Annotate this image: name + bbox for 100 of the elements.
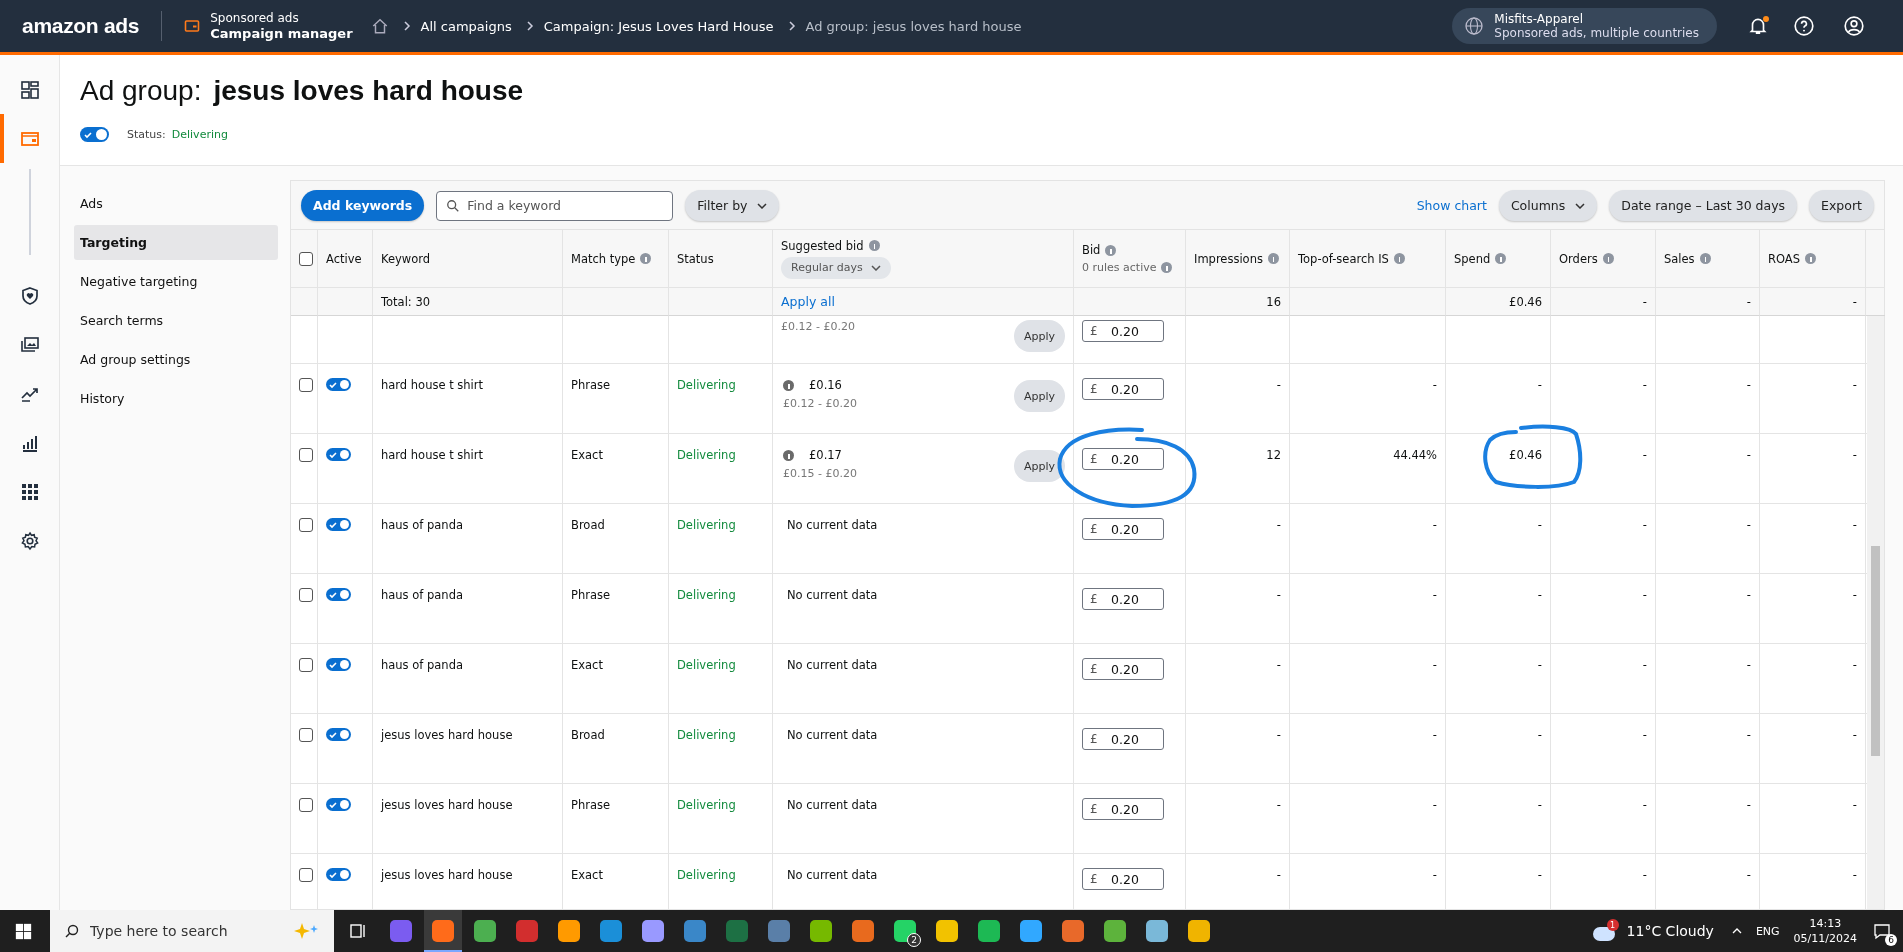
column-header[interactable]: Suggested bid <box>781 238 864 253</box>
active-toggle[interactable] <box>326 728 351 741</box>
subnav-item[interactable]: History <box>74 381 278 416</box>
info-icon[interactable] <box>1699 253 1711 264</box>
chevron-up-icon[interactable] <box>1731 928 1742 934</box>
table-cell: - <box>1746 378 1751 392</box>
product-name[interactable]: Campaign manager <box>210 26 353 41</box>
column-header[interactable]: Orders <box>1559 251 1598 266</box>
table-cell: - <box>1537 868 1542 882</box>
weather-text[interactable]: 11°C Cloudy <box>1626 923 1714 939</box>
active-toggle[interactable] <box>326 868 351 881</box>
subnav-item[interactable]: Ads <box>74 186 278 221</box>
info-icon[interactable] <box>1161 262 1173 273</box>
info-icon[interactable] <box>1495 253 1507 264</box>
logo[interactable]: amazon ads <box>22 14 140 38</box>
currency-symbol: £ <box>1090 731 1098 747</box>
row-checkbox[interactable] <box>299 658 313 672</box>
user-icon[interactable] <box>1843 15 1865 37</box>
no-data-text: No current data <box>786 868 878 882</box>
row-checkbox[interactable] <box>299 868 313 882</box>
info-icon[interactable] <box>783 379 794 391</box>
bell-icon[interactable] <box>1747 15 1769 37</box>
row-checkbox[interactable] <box>299 798 313 812</box>
taskbar-app-icon[interactable] <box>424 910 462 952</box>
info-icon[interactable] <box>1105 244 1117 256</box>
task-view-icon[interactable] <box>348 921 368 941</box>
row-checkbox[interactable] <box>299 518 313 532</box>
status-text: Delivering <box>677 798 736 812</box>
date-range-button[interactable]: Date range – Last 30 days <box>1609 190 1798 221</box>
info-icon[interactable] <box>868 240 880 251</box>
taskbar-app-icon[interactable]: 2 <box>886 910 924 952</box>
taskbar-search-field[interactable]: Type here to search <box>50 910 334 952</box>
subnav-item[interactable]: Targeting <box>74 225 278 260</box>
apply-button[interactable]: Apply <box>1013 320 1065 352</box>
no-data-text: No current data <box>786 798 878 812</box>
windows-start-icon[interactable] <box>15 922 32 940</box>
subnav-item[interactable]: Ad group settings <box>74 342 278 377</box>
table-cell: - <box>1746 868 1751 882</box>
cloud-icon[interactable] <box>1592 927 1615 941</box>
regular-days-dropdown[interactable]: Regular days <box>781 256 891 279</box>
column-header[interactable]: Top-of-search IS <box>1298 251 1389 266</box>
help-icon[interactable] <box>1793 15 1815 37</box>
apply-all-link[interactable]: Apply all <box>781 294 835 309</box>
info-icon[interactable] <box>1805 253 1816 264</box>
info-icon[interactable] <box>783 449 794 461</box>
columns-button[interactable]: Columns <box>1498 190 1598 221</box>
active-toggle[interactable] <box>326 588 351 601</box>
breadcrumb-link[interactable]: Ad group: jesus loves hard house <box>805 18 1022 34</box>
column-header[interactable]: Bid <box>1082 243 1101 257</box>
breadcrumb-link[interactable]: All campaigns <box>420 18 512 34</box>
column-header[interactable]: Sales <box>1664 251 1695 266</box>
table-cell: - <box>1746 658 1751 672</box>
column-header[interactable]: Active <box>326 251 362 266</box>
keyword-search-field[interactable]: Find a keyword <box>436 190 674 221</box>
row-checkbox[interactable] <box>299 378 313 392</box>
column-header[interactable]: Spend <box>1454 251 1491 266</box>
apply-button[interactable]: Apply <box>1013 450 1065 482</box>
info-icon[interactable] <box>640 253 652 264</box>
show-chart-link[interactable]: Show chart <box>1416 198 1487 213</box>
table-cell: 16 <box>1266 294 1281 309</box>
export-button[interactable]: Export <box>1809 190 1874 221</box>
subnav-item[interactable]: Negative targeting <box>74 264 278 299</box>
table-cell: - <box>1852 798 1857 812</box>
info-icon[interactable] <box>1267 253 1279 264</box>
select-all-checkbox[interactable] <box>299 251 313 266</box>
active-toggle[interactable] <box>326 378 351 391</box>
clock-time[interactable]: 14:13 <box>1809 916 1842 931</box>
row-checkbox[interactable] <box>299 728 313 742</box>
home-icon[interactable] <box>370 17 389 35</box>
language-indicator[interactable]: ENG <box>1755 924 1780 938</box>
clock-date[interactable]: 05/11/2024 <box>1793 931 1857 946</box>
currency-symbol: £ <box>1090 591 1098 607</box>
status-toggle[interactable] <box>80 127 109 142</box>
active-toggle[interactable] <box>326 798 351 811</box>
account-selector[interactable]: Misfits-Apparel Sponsored ads, multiple countries <box>1452 8 1717 44</box>
column-header[interactable]: Match type <box>571 251 636 266</box>
subnav-item[interactable]: Search terms <box>74 303 278 338</box>
scrollbar[interactable] <box>1867 316 1884 909</box>
check-icon <box>328 589 338 600</box>
column-header[interactable]: ROAS <box>1768 251 1800 266</box>
row-checkbox[interactable] <box>299 588 313 602</box>
active-toggle[interactable] <box>326 518 351 531</box>
active-toggle[interactable] <box>326 448 351 461</box>
breadcrumb-link[interactable]: Campaign: Jesus Loves Hard House <box>543 18 774 34</box>
row-checkbox[interactable] <box>299 448 313 462</box>
filter-button[interactable]: Filter by <box>685 190 780 221</box>
weather-alert-count: 1 <box>1606 919 1619 931</box>
active-toggle[interactable] <box>326 658 351 671</box>
column-header[interactable]: Status <box>677 251 714 266</box>
currency-symbol: £ <box>1090 871 1098 887</box>
column-header[interactable]: Keyword <box>381 251 431 266</box>
apply-button[interactable]: Apply <box>1013 380 1065 412</box>
column-header[interactable]: Impressions <box>1194 251 1263 266</box>
notification-icon[interactable] <box>1872 921 1892 941</box>
info-icon[interactable] <box>1393 253 1405 264</box>
account-name: Misfits-Apparel <box>1494 12 1585 26</box>
table-cell: - <box>1642 378 1647 392</box>
info-icon[interactable] <box>1602 253 1614 264</box>
add-keywords-button[interactable]: Add keywords <box>301 190 425 221</box>
table-cell: - <box>1852 378 1857 392</box>
